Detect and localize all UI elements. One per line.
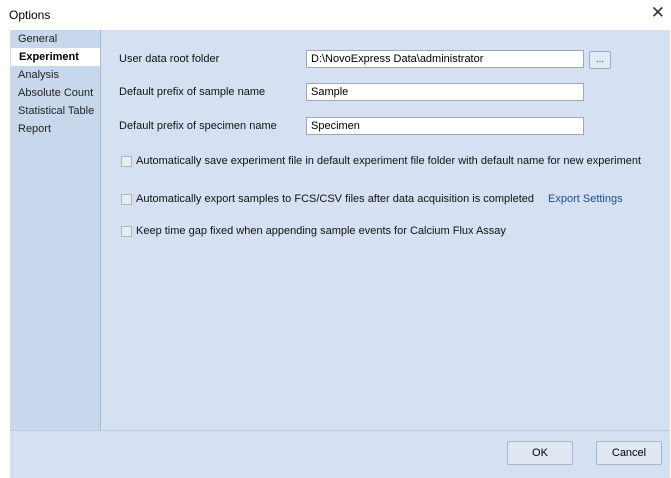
sidebar-item-general[interactable]: General — [10, 30, 100, 48]
options-sidebar: General Experiment Analysis Absolute Cou… — [10, 30, 101, 430]
sidebar-item-statistical-table[interactable]: Statistical Table — [10, 102, 100, 120]
sidebar-item-experiment[interactable]: Experiment — [11, 48, 100, 66]
ok-button[interactable]: OK — [507, 441, 573, 465]
title-bar: Options ✕ — [0, 0, 671, 29]
experiment-panel: User data root folder D:\NovoExpress Dat… — [101, 30, 670, 430]
close-icon[interactable]: ✕ — [651, 3, 665, 23]
browse-button[interactable]: ... — [589, 51, 611, 69]
time-gap-option[interactable]: Keep time gap fixed when appending sampl… — [121, 224, 506, 238]
root-folder-label: User data root folder — [119, 53, 220, 65]
export-settings-link[interactable]: Export Settings — [548, 193, 623, 205]
auto-save-checkbox[interactable] — [121, 155, 132, 167]
specimen-prefix-input[interactable]: Specimen — [306, 117, 584, 135]
root-folder-input[interactable]: D:\NovoExpress Data\administrator — [306, 50, 584, 68]
sidebar-item-absolute-count[interactable]: Absolute Count — [10, 84, 100, 102]
auto-export-label: Automatically export samples to FCS/CSV … — [136, 193, 535, 205]
time-gap-checkbox[interactable] — [121, 225, 132, 237]
auto-export-checkbox[interactable] — [121, 193, 132, 205]
cancel-button[interactable]: Cancel — [596, 441, 662, 465]
sidebar-item-report[interactable]: Report — [10, 120, 100, 138]
specimen-prefix-label: Default prefix of specimen name — [119, 120, 277, 132]
dialog-footer: OK Cancel — [10, 430, 670, 478]
ellipsis-icon: ... — [596, 54, 604, 64]
auto-save-label: Automatically save experiment file in de… — [136, 155, 642, 167]
sample-prefix-label: Default prefix of sample name — [119, 86, 266, 98]
sidebar-item-analysis[interactable]: Analysis — [10, 66, 100, 84]
auto-save-option[interactable]: Automatically save experiment file in de… — [121, 154, 641, 168]
time-gap-label: Keep time gap fixed when appending sampl… — [136, 225, 506, 237]
sample-prefix-input[interactable]: Sample — [306, 83, 584, 101]
auto-export-option[interactable]: Automatically export samples to FCS/CSV … — [121, 192, 623, 206]
options-dialog: Options ✕ General Experiment Analysis Ab… — [0, 0, 671, 478]
window-title: Options — [9, 8, 51, 22]
left-margin — [0, 30, 10, 477]
